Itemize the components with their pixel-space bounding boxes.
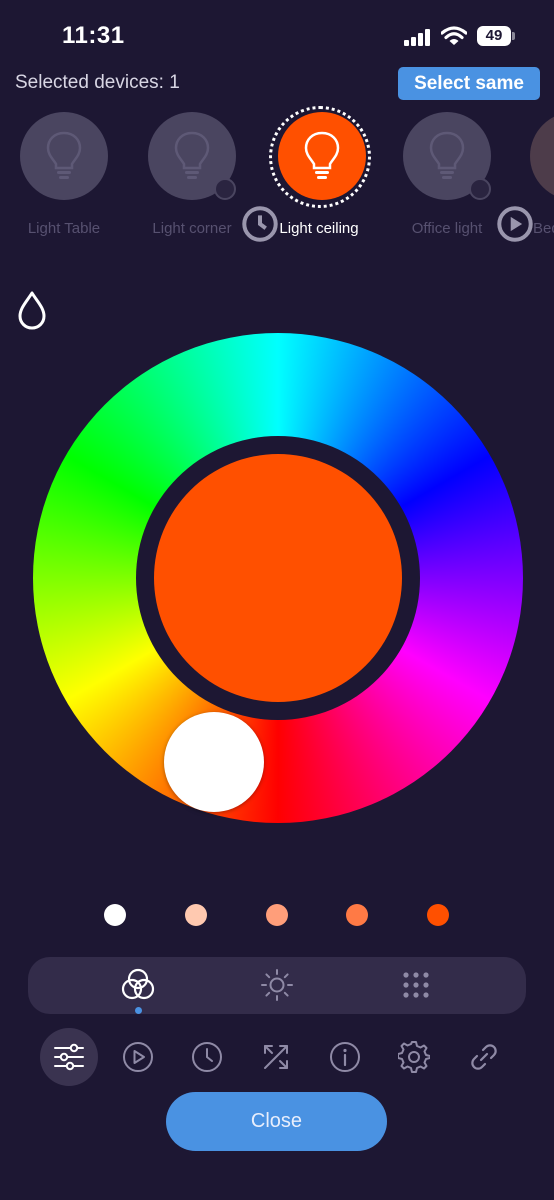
color-wheel-knob[interactable] <box>164 712 264 812</box>
toolbar-play[interactable] <box>109 1028 167 1086</box>
color-preset-5[interactable] <box>427 904 449 926</box>
device-light-table[interactable]: Light Table <box>4 112 124 242</box>
tab-brightness[interactable] <box>247 957 307 1014</box>
play-icon <box>123 1042 153 1072</box>
bulb-icon <box>174 131 210 179</box>
battery-icon: 49 <box>477 26 511 46</box>
tab-color[interactable] <box>108 957 168 1014</box>
wifi-icon <box>441 26 467 45</box>
device-bed[interactable]: Bed <box>514 112 554 242</box>
battery-tip <box>512 32 515 40</box>
toolbar-info[interactable] <box>316 1028 374 1086</box>
clock-icon <box>192 1042 222 1072</box>
bulb-icon <box>304 131 340 179</box>
device-office-light[interactable]: Office light <box>387 112 533 242</box>
device-label: Light Table <box>27 220 101 237</box>
toolbar-schedule[interactable] <box>178 1028 236 1086</box>
signal-icon <box>404 28 432 46</box>
color-preset-3[interactable] <box>266 904 288 926</box>
color-preset-2[interactable] <box>185 904 207 926</box>
status-time: 11:31 <box>62 22 125 49</box>
device-light-corner[interactable]: Light corner <box>132 112 278 242</box>
color-preset-4[interactable] <box>346 904 368 926</box>
device-circle <box>20 112 108 200</box>
selected-devices-count: Selected devices: 1 <box>15 72 180 93</box>
close-button[interactable]: Close <box>166 1092 387 1151</box>
sun-icon <box>261 969 293 1001</box>
device-circle <box>403 112 533 242</box>
device-circle <box>148 112 278 242</box>
device-label: Light ceiling <box>279 220 359 237</box>
active-tab-indicator <box>135 1007 142 1014</box>
device-label: Office light <box>411 220 483 237</box>
sliders-icon <box>54 1043 84 1071</box>
bulb-icon <box>429 131 465 179</box>
toolbar-adjust[interactable] <box>40 1028 98 1086</box>
device-label: Bed <box>533 220 554 237</box>
device-circle <box>530 112 554 200</box>
toolbar-settings[interactable] <box>385 1028 443 1086</box>
color-circles-icon <box>121 968 155 1000</box>
info-icon <box>330 1042 360 1072</box>
link-icon <box>471 1044 497 1070</box>
device-label: Light corner <box>152 220 232 237</box>
droplet-icon[interactable] <box>16 290 48 330</box>
toolbar-shuffle[interactable] <box>247 1028 305 1086</box>
play-icon <box>469 178 533 242</box>
current-color-preview <box>154 454 402 702</box>
shuffle-icon <box>264 1045 288 1069</box>
dots-grid-icon <box>403 972 429 998</box>
bulb-icon <box>46 131 82 179</box>
color-preset-1[interactable] <box>104 904 126 926</box>
device-light-ceiling[interactable]: Light ceiling <box>259 106 379 242</box>
select-same-button[interactable]: Select same <box>398 67 540 100</box>
tab-scenes[interactable] <box>386 957 446 1014</box>
toolbar-link[interactable] <box>455 1028 513 1086</box>
gear-icon <box>398 1041 430 1073</box>
clock-icon <box>214 178 278 242</box>
device-circle <box>278 112 366 200</box>
